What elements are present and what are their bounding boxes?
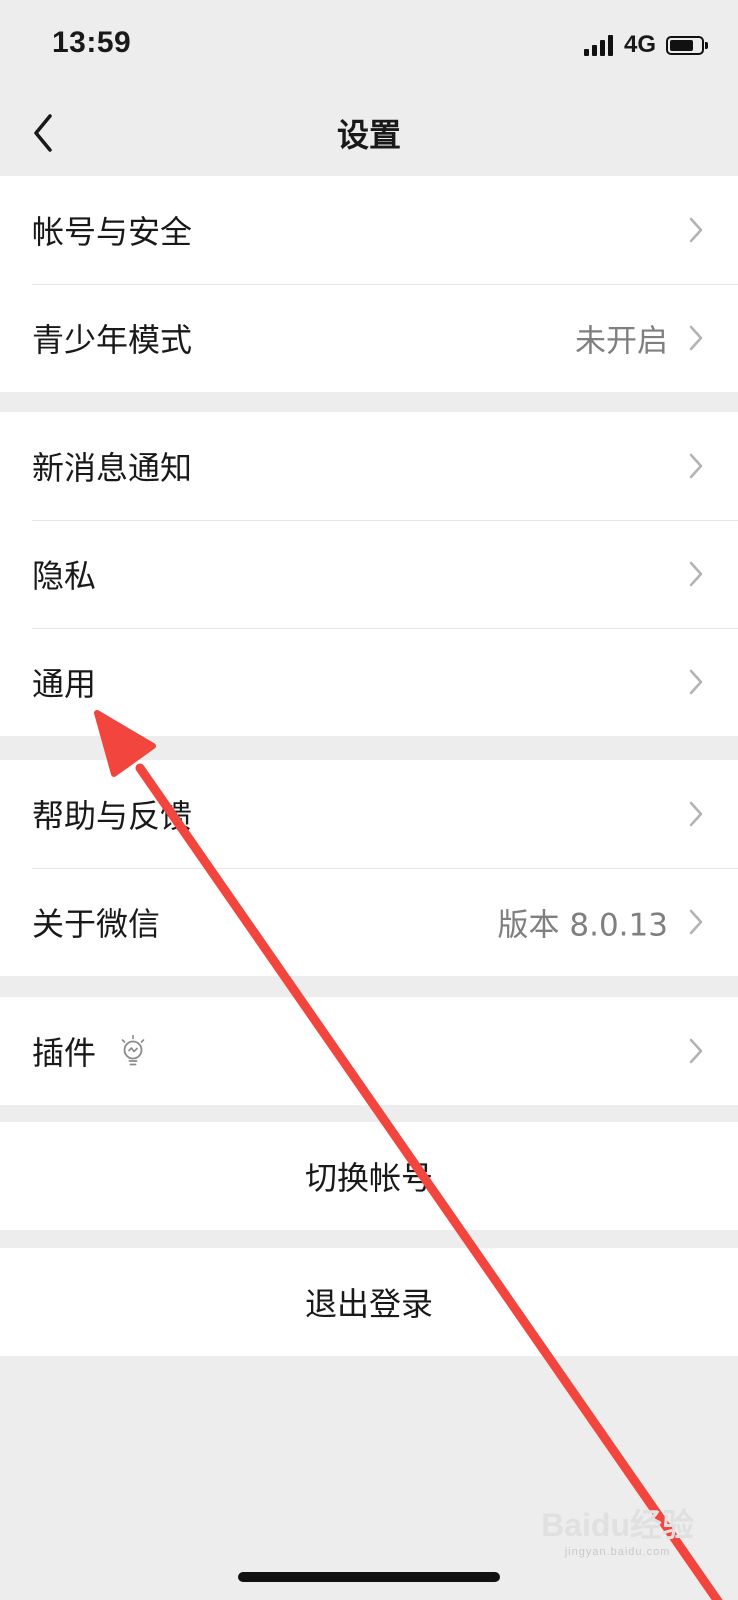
chevron-right-icon [689,325,703,351]
settings-item-value: 未开启 [575,323,668,360]
home-indicator[interactable] [238,1572,500,1582]
chevron-right-icon [689,453,703,479]
settings-item-label-wrap: 插件 [32,1028,148,1074]
version-label: 版本 8.0.13 [497,907,668,944]
signal-icon [583,34,616,56]
page-title: 设置 [336,116,401,154]
lightbulb-icon [121,1034,145,1066]
status-time: 13:59 [52,26,132,59]
network-label: 4G [623,31,656,58]
settings-item-privacy[interactable]: 隐私 [0,520,738,628]
settings-item-label: 帮助与反馈 [32,797,193,835]
switch-account-button[interactable]: 切换帐号 [0,1122,738,1230]
settings-item-general[interactable]: 通用 [0,628,738,736]
watermark-logo: Baidu经验 jingyan.baidu.com [541,1500,694,1558]
switch-account-label: 切换帐号 [304,1159,433,1197]
watermark-subtext: jingyan.baidu.com [564,1546,671,1558]
settings-item-label: 通用 [32,665,97,703]
switch-account-group: 切换帐号 [0,1122,738,1230]
chevron-right-icon [689,669,703,695]
settings-item-label: 青少年模式 [32,321,193,359]
chevron-right-icon [689,217,703,243]
settings-item-label: 关于微信 [32,905,161,943]
settings-group-general: 新消息通知 隐私 通用 [0,412,738,736]
chevron-right-icon [689,1038,703,1064]
watermark-text: Baidu经验 [541,1507,694,1543]
chevron-right-icon [689,909,703,935]
settings-item-account-security[interactable]: 帐号与安全 [0,176,738,284]
status-indicators: 4G [583,31,708,58]
chevron-right-icon [689,561,703,587]
settings-item-label: 隐私 [32,557,97,595]
settings-item-label: 插件 [32,1034,97,1072]
settings-group-about: 帮助与反馈 关于微信 版本 8.0.13 [0,760,738,976]
battery-icon [666,35,708,55]
settings-item-help-feedback[interactable]: 帮助与反馈 [0,760,738,868]
logout-group: 退出登录 [0,1248,738,1356]
logout-button[interactable]: 退出登录 [0,1248,738,1356]
settings-group-account: 帐号与安全 青少年模式 未开启 [0,176,738,392]
settings-item-teen-mode[interactable]: 青少年模式 未开启 [0,284,738,392]
settings-item-notifications[interactable]: 新消息通知 [0,412,738,520]
settings-item-label: 帐号与安全 [32,213,193,251]
logout-label: 退出登录 [304,1285,433,1323]
status-bar: 13:59 4G [0,0,738,92]
nav-bar: 设置 [0,92,738,176]
settings-item-about-wechat[interactable]: 关于微信 版本 8.0.13 [0,868,738,976]
settings-item-plugins[interactable]: 插件 [0,997,738,1105]
settings-item-label: 新消息通知 [32,449,193,487]
settings-group-plugins: 插件 [0,997,738,1105]
chevron-right-icon [689,801,703,827]
